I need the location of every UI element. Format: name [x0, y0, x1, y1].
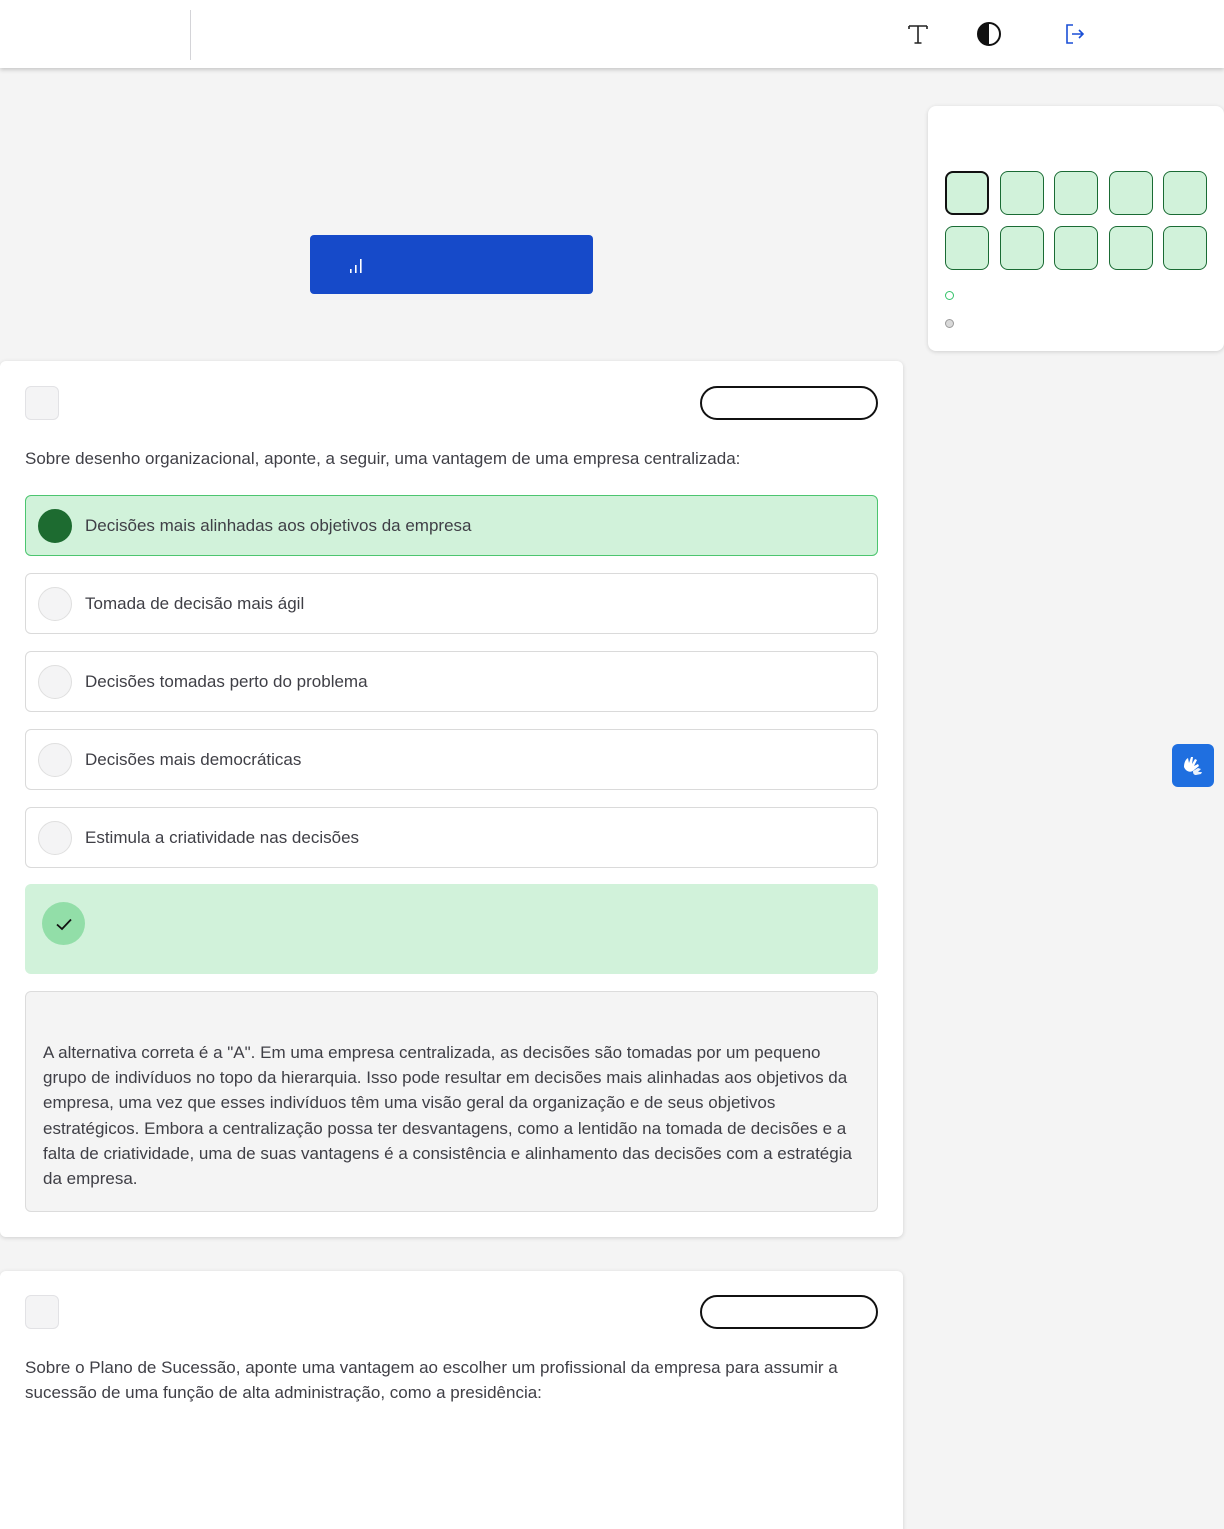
- performance-button[interactable]: [310, 235, 593, 294]
- answer-result-box: [25, 884, 878, 974]
- question-stem: Sobre desenho organizacional, aponte, a …: [25, 449, 741, 468]
- question-number-badge: [25, 386, 59, 420]
- alternative-radio[interactable]: [38, 509, 72, 543]
- question-nav-item[interactable]: [1054, 226, 1098, 270]
- alternative-d[interactable]: Decisões mais democráticas: [25, 729, 878, 790]
- report-question-button[interactable]: [700, 386, 878, 420]
- top-bar: [0, 0, 1224, 68]
- question-nav-item[interactable]: [1108, 226, 1153, 270]
- explanation-box: A alternativa correta é a "A". Em uma em…: [25, 991, 878, 1212]
- check-icon: [55, 918, 72, 930]
- topbar-divider: [190, 10, 191, 60]
- question-nav-item[interactable]: [1163, 171, 1207, 215]
- question-card-1: Sobre desenho organizacional, aponte, a …: [0, 361, 903, 1237]
- contrast-button[interactable]: [969, 14, 1009, 54]
- alternative-c[interactable]: Decisões tomadas perto do problema: [25, 651, 878, 712]
- question-nav-item[interactable]: [1163, 226, 1207, 270]
- alternative-radio[interactable]: [38, 743, 72, 777]
- sign-language-button[interactable]: [1172, 744, 1214, 787]
- question-stem: Sobre o Plano de Sucessão, aponte uma va…: [25, 1358, 838, 1402]
- question-nav-item[interactable]: [945, 171, 989, 215]
- logout-icon: [1066, 24, 1085, 44]
- alternative-radio[interactable]: [38, 821, 72, 855]
- question-nav-item[interactable]: [999, 171, 1044, 215]
- font-size-button[interactable]: [898, 14, 938, 54]
- question-nav-item[interactable]: [1054, 171, 1098, 215]
- alternative-radio[interactable]: [38, 665, 72, 699]
- question-navigator: [928, 106, 1224, 351]
- alternative-text: Tomada de decisão mais ágil: [85, 593, 305, 613]
- alternative-text: Decisões mais alinhadas aos objetivos da…: [85, 515, 472, 535]
- font-size-icon: [908, 25, 928, 44]
- logout-button[interactable]: [1055, 14, 1095, 54]
- alternative-e[interactable]: Estimula a criatividade nas decisões: [25, 807, 878, 868]
- question-grid: [945, 171, 1207, 270]
- question-card-2: Sobre o Plano de Sucessão, aponte uma va…: [0, 1271, 903, 1529]
- alternative-text: Decisões mais democráticas: [85, 749, 302, 769]
- alternative-text: Estimula a criatividade nas decisões: [85, 827, 360, 847]
- question-nav-item[interactable]: [945, 226, 989, 270]
- question-nav-item[interactable]: [1108, 171, 1153, 215]
- legend-unanswered-dot: [945, 319, 954, 328]
- sign-language-hands-icon: [1184, 756, 1202, 775]
- explanation-text: A alternativa correta é a "A". Em uma em…: [43, 1043, 852, 1189]
- legend-answered-dot: [945, 291, 954, 300]
- alternative-radio[interactable]: [38, 587, 72, 621]
- question-number-badge: [25, 1295, 59, 1329]
- result-badge: [42, 902, 85, 945]
- alternative-b[interactable]: Tomada de decisão mais ágil: [25, 573, 878, 634]
- contrast-icon: [977, 22, 1001, 46]
- alternative-text: Decisões tomadas perto do problema: [85, 671, 368, 691]
- question-nav-item[interactable]: [999, 226, 1044, 270]
- bar-chart-icon: [350, 258, 362, 273]
- alternative-a[interactable]: Decisões mais alinhadas aos objetivos da…: [25, 495, 878, 556]
- report-question-button[interactable]: [700, 1295, 878, 1329]
